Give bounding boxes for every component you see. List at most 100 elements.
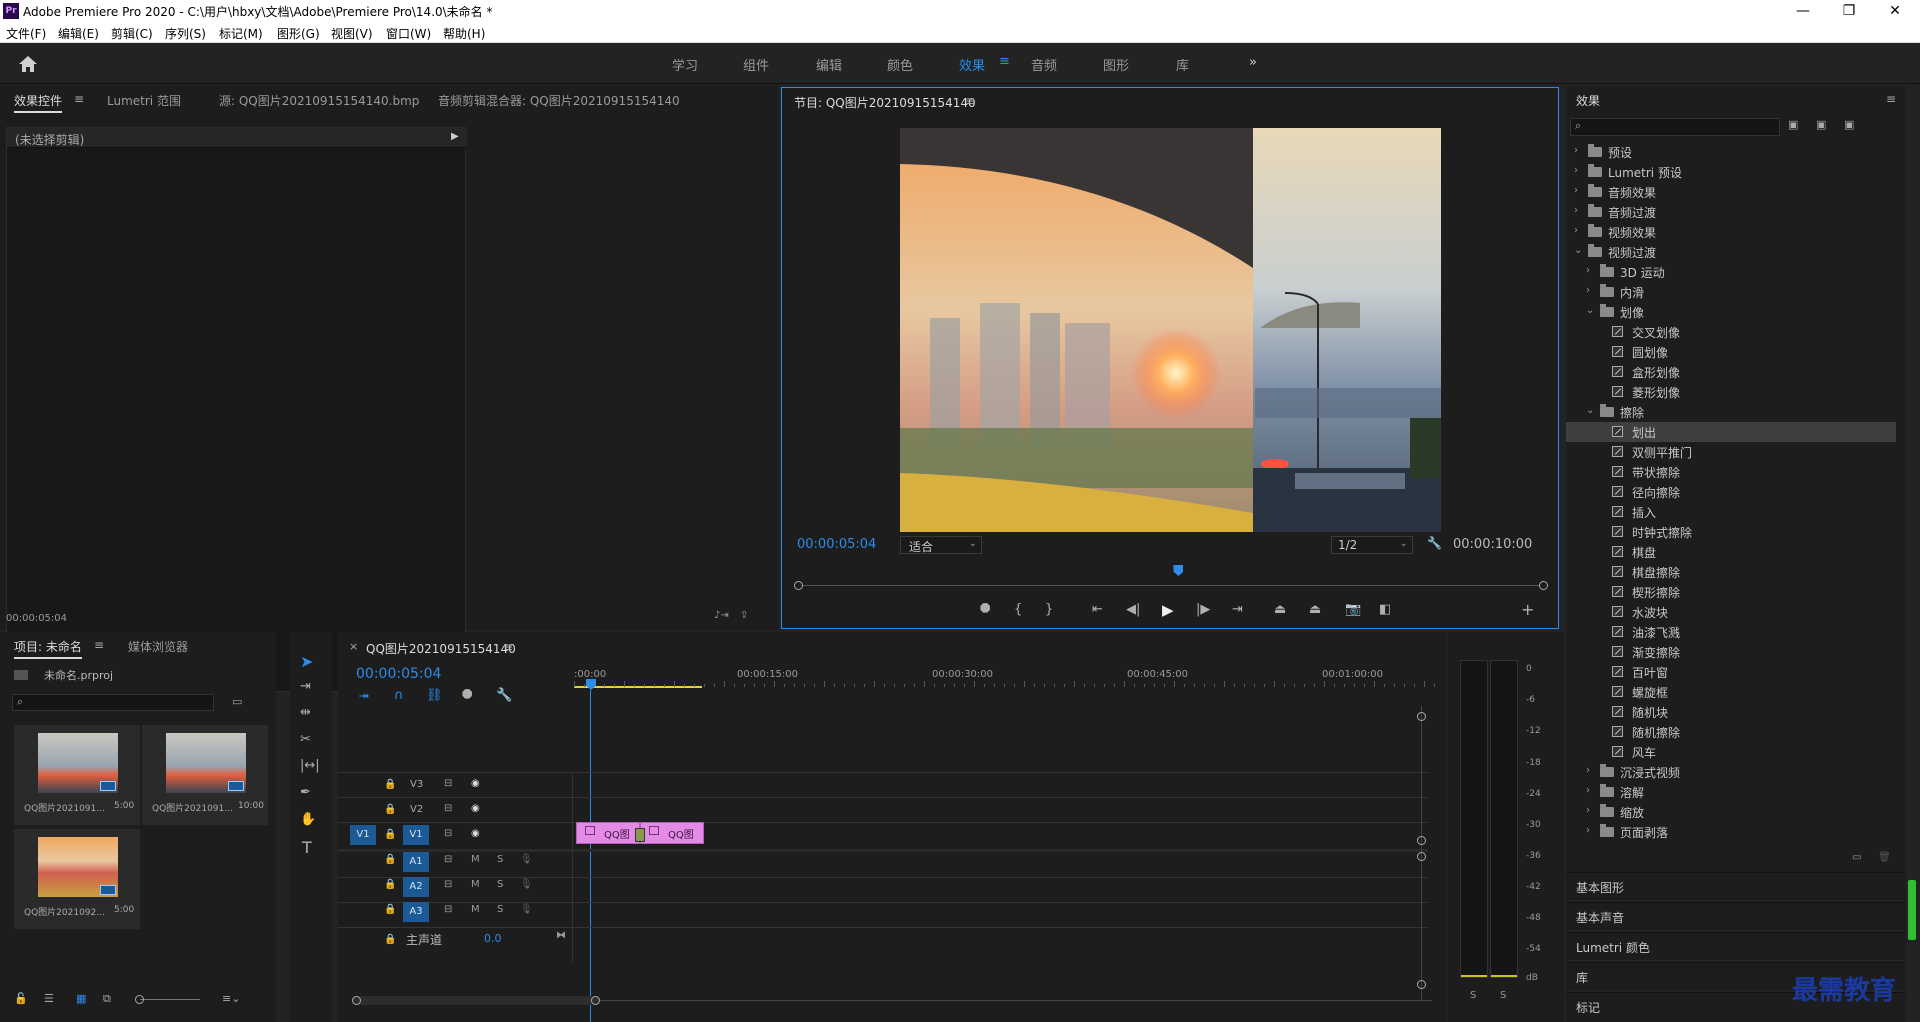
- timeline-tab[interactable]: QQ图片20210915154140: [366, 640, 516, 657]
- play-icon[interactable]: ▶: [1162, 601, 1174, 619]
- effect-item[interactable]: 风车: [1566, 742, 1896, 762]
- effects-folder[interactable]: › 音频过渡: [1566, 202, 1896, 222]
- eye-icon[interactable]: ◉: [471, 803, 480, 814]
- go-to-boundary-icon[interactable]: ⧓: [556, 930, 566, 941]
- track-lock-icon[interactable]: 🔒: [384, 829, 396, 840]
- chevron-right-icon[interactable]: ›: [1586, 765, 1590, 776]
- sync-lock-icon[interactable]: ⊟: [444, 854, 452, 865]
- effect-item[interactable]: 划出: [1566, 422, 1896, 442]
- v-scroll-handle[interactable]: [1417, 852, 1426, 861]
- effect-item[interactable]: 圆划像: [1566, 342, 1896, 362]
- h-scroll-handle[interactable]: [591, 996, 600, 1005]
- chevron-right-icon[interactable]: ›: [1586, 825, 1590, 836]
- eye-icon[interactable]: ◉: [471, 778, 480, 789]
- timeline-clip[interactable]: QQ图: [576, 822, 640, 844]
- track-lock-icon[interactable]: 🔒: [384, 854, 396, 865]
- solo-right-button[interactable]: S: [1500, 990, 1506, 1001]
- delete-icon[interactable]: 🗑: [1878, 852, 1891, 863]
- panel-menu-icon[interactable]: ≡: [74, 92, 84, 106]
- chevron-right-icon[interactable]: ›: [1586, 265, 1590, 276]
- add-marker-icon[interactable]: ⯃: [462, 688, 472, 703]
- mute-button[interactable]: M: [471, 854, 480, 865]
- voiceover-mic-icon[interactable]: 🎙: [520, 854, 533, 865]
- program-playhead[interactable]: [1173, 565, 1184, 576]
- workspace-effects[interactable]: 效果: [959, 55, 985, 74]
- hand-tool-icon[interactable]: ✋: [300, 812, 316, 827]
- effect-item[interactable]: 棋盘擦除: [1566, 562, 1896, 582]
- mark-out-icon[interactable]: }: [1045, 602, 1053, 617]
- menu-sequence[interactable]: 序列(S): [165, 25, 206, 42]
- track-lock-icon[interactable]: 🔒: [384, 879, 396, 890]
- effect-item[interactable]: 插入: [1566, 502, 1896, 522]
- linked-selection-icon[interactable]: ⛓: [426, 688, 443, 703]
- effects-folder[interactable]: › 音频效果: [1566, 182, 1896, 202]
- more-workspaces-icon[interactable]: »: [1249, 55, 1257, 70]
- effect-item[interactable]: 带状擦除: [1566, 462, 1896, 482]
- fit-dropdown[interactable]: 适合 ⌄: [900, 536, 982, 554]
- tab-effect-controls[interactable]: 效果控件: [14, 92, 63, 113]
- chevron-down-icon[interactable]: ⌄: [1586, 405, 1594, 416]
- track-lock-icon[interactable]: 🔒: [384, 779, 396, 790]
- h-scroll-handle[interactable]: [352, 996, 361, 1005]
- mute-button[interactable]: M: [471, 904, 480, 915]
- horizontal-scroll-thumb[interactable]: [352, 996, 600, 1005]
- step-forward-icon[interactable]: |▶: [1196, 602, 1210, 617]
- yuv-effects-icon[interactable]: ▣: [1844, 118, 1854, 131]
- step-back-icon[interactable]: ◀|: [1126, 602, 1140, 617]
- effects-folder[interactable]: › 页面剥落: [1566, 822, 1896, 842]
- master-volume-value[interactable]: 0.0: [484, 932, 502, 945]
- tab-audio-clip-mixer[interactable]: 音频剪辑混合器: QQ图片20210915154140: [438, 92, 680, 109]
- list-view-icon[interactable]: ☰: [44, 992, 54, 1005]
- effect-item[interactable]: 百叶窗: [1566, 662, 1896, 682]
- solo-button[interactable]: S: [497, 854, 503, 865]
- project-item[interactable]: QQ图片2021091... 10:00: [142, 725, 268, 825]
- tab-lumetri-scopes[interactable]: Lumetri 范围: [107, 92, 181, 109]
- menu-clip[interactable]: 剪辑(C): [111, 25, 153, 42]
- tab-source[interactable]: 源: QQ图片20210915154140.bmp: [219, 92, 419, 109]
- project-item[interactable]: QQ图片2021092... 5:00: [14, 829, 140, 929]
- program-ruler[interactable]: [792, 568, 1552, 574]
- eye-icon[interactable]: ◉: [471, 828, 480, 839]
- tab-project[interactable]: 项目: 未命名: [14, 638, 82, 659]
- effect-item[interactable]: 棋盘: [1566, 542, 1896, 562]
- freeform-view-icon[interactable]: ⧉: [103, 992, 111, 1006]
- selection-tool-icon[interactable]: ➤: [300, 652, 313, 671]
- menu-edit[interactable]: 编辑(E): [58, 25, 99, 42]
- project-menu-icon[interactable]: ≡: [94, 638, 104, 652]
- type-tool-icon[interactable]: T: [302, 838, 312, 857]
- workspace-libraries[interactable]: 库: [1176, 55, 1189, 74]
- razor-tool-icon[interactable]: ✂: [300, 732, 311, 747]
- effect-item[interactable]: 交叉划像: [1566, 322, 1896, 342]
- chevron-right-icon[interactable]: ›: [1574, 165, 1578, 176]
- effect-item[interactable]: 双侧平推门: [1566, 442, 1896, 462]
- timeline-settings-wrench-icon[interactable]: 🔧: [496, 688, 512, 703]
- menu-graphics[interactable]: 图形(G): [277, 25, 320, 42]
- nest-icon[interactable]: ⯮: [359, 688, 369, 703]
- lock-icon[interactable]: 🔓: [14, 992, 28, 1005]
- workspace-learning[interactable]: 学习: [672, 55, 698, 74]
- new-bin-icon[interactable]: ▭: [1852, 852, 1861, 863]
- accelerated-effects-icon[interactable]: ▣: [1788, 118, 1798, 131]
- section-lumetri-color[interactable]: Lumetri 颜色: [1566, 932, 1906, 960]
- mark-in-icon[interactable]: {: [1014, 602, 1022, 617]
- effects-folder[interactable]: ⌄ 划像: [1566, 302, 1896, 322]
- go-to-out-icon[interactable]: ⇥: [1232, 602, 1243, 617]
- effect-item[interactable]: 盒形划像: [1566, 362, 1896, 382]
- slip-tool-icon[interactable]: |↔|: [300, 758, 320, 773]
- close-button[interactable]: ✕: [1872, 0, 1918, 22]
- 32bit-effects-icon[interactable]: ▣: [1816, 118, 1826, 131]
- sort-icon[interactable]: ≡⌄: [222, 992, 240, 1005]
- menu-view[interactable]: 视图(V): [331, 25, 373, 42]
- menu-markers[interactable]: 标记(M): [219, 25, 263, 42]
- minimize-button[interactable]: —: [1780, 0, 1826, 22]
- settings-wrench-icon[interactable]: 🔧: [1427, 536, 1442, 550]
- program-playhead-timecode[interactable]: 00:00:05:04: [797, 537, 876, 552]
- sync-lock-icon[interactable]: ⊟: [444, 904, 452, 915]
- section-essential-graphics[interactable]: 基本图形: [1566, 872, 1906, 900]
- effects-folder[interactable]: › 溶解: [1566, 782, 1896, 802]
- effect-item[interactable]: 水波块: [1566, 602, 1896, 622]
- track-a1-label[interactable]: A1: [403, 852, 429, 872]
- timeline-ruler[interactable]: :00:00 00:00:15:00 00:00:30:00 00:00:45:…: [574, 664, 1438, 694]
- mute-button[interactable]: M: [471, 879, 480, 890]
- effects-folder[interactable]: › 3D 运动: [1566, 262, 1896, 282]
